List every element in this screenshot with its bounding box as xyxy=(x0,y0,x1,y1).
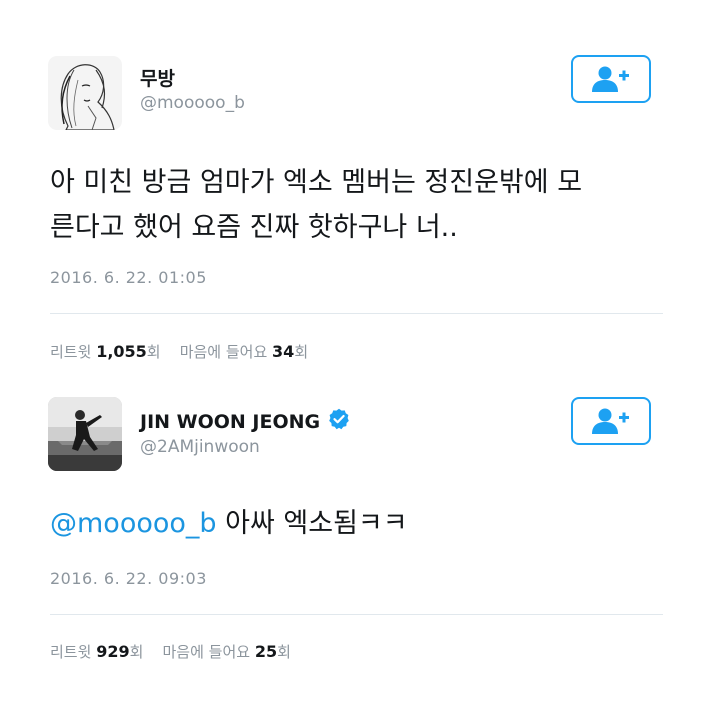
like-unit: 회 xyxy=(277,643,291,661)
display-name-text[interactable]: JIN WOON JEONG xyxy=(140,411,320,433)
like-label: 마음에 들어요 xyxy=(162,643,251,661)
bw-stage-photo-image xyxy=(48,397,122,471)
follow-user-icon xyxy=(592,408,629,434)
tweet-text: @mooooo_b 아싸 엑소됨ㅋㅋ xyxy=(50,501,670,546)
verified-badge-icon xyxy=(328,408,350,435)
like-count: 25 xyxy=(254,642,278,661)
handle[interactable]: @2AMjinwoon xyxy=(140,437,260,457)
divider xyxy=(50,614,663,615)
tweet-text-rest: 아싸 엑소됨ㅋㅋ xyxy=(216,508,408,539)
avatar[interactable] xyxy=(48,397,122,471)
display-name[interactable]: JIN WOON JEONG xyxy=(140,408,350,435)
retweet-label: 리트윗 xyxy=(50,643,92,661)
like-stat[interactable]: 마음에 들어요 25회 xyxy=(162,642,291,661)
retweet-count: 929 xyxy=(96,642,130,661)
retweet-unit: 회 xyxy=(129,643,144,661)
follow-button[interactable] xyxy=(571,397,651,445)
retweet-stat[interactable]: 리트윗 929회 xyxy=(50,642,144,661)
tweet-stats: 리트윗 929회 마음에 들어요 25회 xyxy=(50,641,291,662)
mention-link[interactable]: @mooooo_b xyxy=(50,508,217,539)
timestamp[interactable]: 2016. 6. 22. 09:03 xyxy=(50,569,207,588)
tweet-2: JIN WOON JEONG @2AMjinwoon @mooooo_b 아싸 … xyxy=(0,0,713,724)
